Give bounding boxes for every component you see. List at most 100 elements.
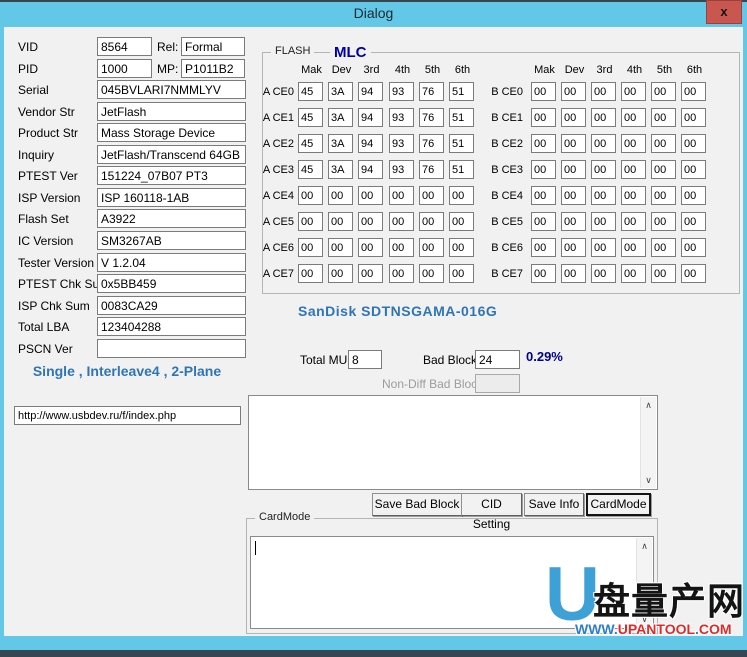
- flash-cell-a-ce3-4th[interactable]: [389, 160, 414, 179]
- flash-cell-a-ce4-3rd[interactable]: [358, 186, 383, 205]
- flash-cell-b-ce1-3rd[interactable]: [591, 108, 616, 127]
- flash-cell-a-ce0-6th[interactable]: [449, 82, 474, 101]
- flash-cell-b-ce0-dev[interactable]: [561, 82, 586, 101]
- field-input-tester-version[interactable]: [97, 253, 246, 272]
- flash-cell-b-ce4-dev[interactable]: [561, 186, 586, 205]
- flash-cell-a-ce7-mak[interactable]: [298, 264, 323, 283]
- flash-cell-b-ce4-4th[interactable]: [621, 186, 646, 205]
- flash-cell-a-ce7-3rd[interactable]: [358, 264, 383, 283]
- flash-cell-a-ce7-5th[interactable]: [419, 264, 444, 283]
- flash-cell-b-ce1-dev[interactable]: [561, 108, 586, 127]
- bad-block-input[interactable]: [475, 350, 520, 369]
- flash-cell-b-ce7-4th[interactable]: [621, 264, 646, 283]
- flash-cell-b-ce7-dev[interactable]: [561, 264, 586, 283]
- flash-cell-b-ce5-3rd[interactable]: [591, 212, 616, 231]
- cardmode-textarea[interactable]: ∧ ∨: [250, 536, 654, 629]
- field-input-inquiry[interactable]: [97, 145, 246, 164]
- flash-cell-a-ce5-4th[interactable]: [389, 212, 414, 231]
- save-bad-block-button[interactable]: Save Bad Block: [372, 493, 462, 516]
- flash-cell-a-ce2-3rd[interactable]: [358, 134, 383, 153]
- flash-cell-a-ce1-3rd[interactable]: [358, 108, 383, 127]
- title-bar[interactable]: Dialog: [0, 2, 747, 27]
- flash-cell-b-ce6-5th[interactable]: [651, 238, 676, 257]
- flash-cell-b-ce3-6th[interactable]: [681, 160, 706, 179]
- url-input[interactable]: [14, 406, 241, 425]
- flash-cell-b-ce6-4th[interactable]: [621, 238, 646, 257]
- flash-cell-a-ce2-5th[interactable]: [419, 134, 444, 153]
- flash-cell-a-ce0-5th[interactable]: [419, 82, 444, 101]
- cardmode-button[interactable]: CardMode: [586, 493, 651, 516]
- flash-cell-a-ce7-6th[interactable]: [449, 264, 474, 283]
- flash-cell-b-ce7-5th[interactable]: [651, 264, 676, 283]
- scroll-down-icon[interactable]: ∨: [641, 472, 656, 488]
- cardmode-scrollbar[interactable]: ∧ ∨: [636, 538, 652, 627]
- field-input-isp-version[interactable]: [97, 188, 246, 207]
- close-button[interactable]: x: [706, 0, 742, 24]
- flash-cell-b-ce0-mak[interactable]: [531, 82, 556, 101]
- flash-cell-a-ce1-mak[interactable]: [298, 108, 323, 127]
- flash-cell-a-ce0-mak[interactable]: [298, 82, 323, 101]
- flash-cell-a-ce6-4th[interactable]: [389, 238, 414, 257]
- flash-cell-a-ce2-mak[interactable]: [298, 134, 323, 153]
- flash-cell-a-ce5-5th[interactable]: [419, 212, 444, 231]
- flash-cell-a-ce2-dev[interactable]: [328, 134, 353, 153]
- field-input-flash-set[interactable]: [97, 209, 246, 228]
- flash-cell-b-ce2-4th[interactable]: [621, 134, 646, 153]
- flash-cell-a-ce5-mak[interactable]: [298, 212, 323, 231]
- flash-cell-a-ce5-6th[interactable]: [449, 212, 474, 231]
- log-textarea[interactable]: ∧ ∨: [248, 395, 658, 490]
- flash-cell-b-ce5-mak[interactable]: [531, 212, 556, 231]
- flash-cell-b-ce0-6th[interactable]: [681, 82, 706, 101]
- flash-cell-b-ce1-6th[interactable]: [681, 108, 706, 127]
- field-input-rel[interactable]: [181, 37, 245, 56]
- field-input-vendor-str[interactable]: [97, 102, 246, 121]
- field-input-ptest-ver[interactable]: [97, 166, 246, 185]
- flash-cell-a-ce5-dev[interactable]: [328, 212, 353, 231]
- flash-cell-b-ce2-6th[interactable]: [681, 134, 706, 153]
- flash-cell-a-ce5-3rd[interactable]: [358, 212, 383, 231]
- flash-cell-a-ce6-5th[interactable]: [419, 238, 444, 257]
- flash-cell-b-ce6-3rd[interactable]: [591, 238, 616, 257]
- flash-cell-b-ce4-5th[interactable]: [651, 186, 676, 205]
- field-input-product-str[interactable]: [97, 123, 246, 142]
- flash-cell-a-ce0-4th[interactable]: [389, 82, 414, 101]
- field-input-ptest-chk-sum[interactable]: [97, 274, 246, 293]
- flash-cell-b-ce5-4th[interactable]: [621, 212, 646, 231]
- flash-cell-b-ce5-dev[interactable]: [561, 212, 586, 231]
- flash-cell-b-ce1-mak[interactable]: [531, 108, 556, 127]
- field-input-pid[interactable]: [97, 59, 152, 78]
- flash-cell-b-ce4-3rd[interactable]: [591, 186, 616, 205]
- flash-cell-a-ce7-4th[interactable]: [389, 264, 414, 283]
- flash-cell-a-ce7-dev[interactable]: [328, 264, 353, 283]
- flash-cell-a-ce3-3rd[interactable]: [358, 160, 383, 179]
- flash-cell-b-ce3-5th[interactable]: [651, 160, 676, 179]
- flash-cell-b-ce5-6th[interactable]: [681, 212, 706, 231]
- field-input-vid[interactable]: [97, 37, 152, 56]
- flash-cell-b-ce2-5th[interactable]: [651, 134, 676, 153]
- flash-cell-b-ce7-mak[interactable]: [531, 264, 556, 283]
- flash-cell-a-ce4-4th[interactable]: [389, 186, 414, 205]
- field-input-ic-version[interactable]: [97, 231, 246, 250]
- flash-cell-a-ce4-5th[interactable]: [419, 186, 444, 205]
- cid-setting-button[interactable]: CID Setting: [461, 493, 522, 516]
- field-input-serial[interactable]: [97, 80, 246, 99]
- flash-cell-a-ce2-4th[interactable]: [389, 134, 414, 153]
- flash-cell-b-ce7-6th[interactable]: [681, 264, 706, 283]
- scroll-down-icon[interactable]: ∨: [637, 611, 652, 627]
- flash-cell-b-ce0-5th[interactable]: [651, 82, 676, 101]
- flash-cell-a-ce4-mak[interactable]: [298, 186, 323, 205]
- field-input-total-lba[interactable]: [97, 317, 246, 336]
- flash-cell-b-ce0-4th[interactable]: [621, 82, 646, 101]
- flash-cell-a-ce1-dev[interactable]: [328, 108, 353, 127]
- flash-cell-b-ce3-4th[interactable]: [621, 160, 646, 179]
- flash-cell-b-ce2-dev[interactable]: [561, 134, 586, 153]
- flash-cell-b-ce1-5th[interactable]: [651, 108, 676, 127]
- field-input-mp[interactable]: [181, 59, 245, 78]
- flash-cell-b-ce0-3rd[interactable]: [591, 82, 616, 101]
- flash-cell-b-ce3-mak[interactable]: [531, 160, 556, 179]
- flash-cell-b-ce4-mak[interactable]: [531, 186, 556, 205]
- flash-cell-b-ce7-3rd[interactable]: [591, 264, 616, 283]
- flash-cell-a-ce1-5th[interactable]: [419, 108, 444, 127]
- flash-cell-a-ce6-dev[interactable]: [328, 238, 353, 257]
- flash-cell-b-ce6-dev[interactable]: [561, 238, 586, 257]
